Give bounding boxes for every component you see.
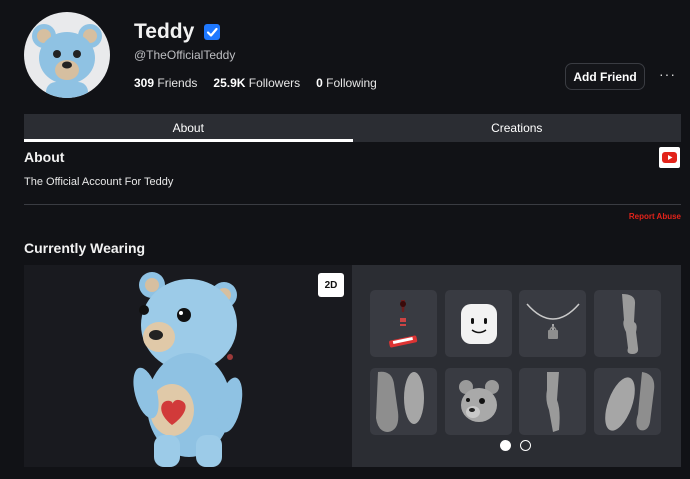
- smile-face-icon: [460, 303, 497, 344]
- left-arm-icon: [604, 371, 654, 431]
- tab-creations[interactable]: Creations: [353, 114, 682, 142]
- page-dot-2[interactable]: [520, 440, 531, 451]
- item-tile-necklace[interactable]: [519, 290, 586, 357]
- item-tile-arm[interactable]: [370, 368, 437, 435]
- friends-label: Friends: [157, 76, 198, 90]
- profile-stats: 309 Friends 25.9K Followers 0 Following: [134, 76, 377, 90]
- item-tile-head[interactable]: [445, 368, 512, 435]
- view-2d-toggle-button[interactable]: 2D: [318, 273, 344, 297]
- avatar-3d-viewer[interactable]: [24, 265, 352, 467]
- followers-label: Followers: [248, 76, 301, 90]
- friends-count: 309: [134, 76, 155, 90]
- following-label: Following: [326, 76, 377, 90]
- followers-stat[interactable]: 25.9K Followers: [213, 76, 300, 90]
- about-heading: About: [24, 149, 65, 165]
- item-tile-torso[interactable]: [519, 368, 586, 435]
- profile-tabs: About Creations: [24, 114, 681, 142]
- left-leg-icon: [621, 293, 638, 354]
- torso-icon: [545, 371, 560, 432]
- teddy-bear-3d-figure: [133, 272, 243, 467]
- divider: [24, 204, 681, 205]
- right-arm-icon: [375, 371, 424, 432]
- profile-avatar[interactable]: [24, 12, 110, 98]
- necklace-icon: [525, 303, 580, 339]
- item-tile-left-arm[interactable]: [594, 368, 661, 435]
- bear-head-icon: [458, 379, 499, 422]
- currently-wearing-heading: Currently Wearing: [24, 240, 146, 256]
- tab-about[interactable]: About: [24, 114, 353, 142]
- report-abuse-link[interactable]: Report Abuse: [629, 212, 681, 221]
- followers-count: 25.9K: [213, 76, 246, 90]
- youtube-icon[interactable]: [659, 147, 680, 168]
- username: @TheOfficialTeddy: [134, 48, 236, 62]
- item-tile-accessory[interactable]: [370, 290, 437, 357]
- verified-badge-icon: [202, 22, 222, 42]
- add-friend-button[interactable]: Add Friend: [565, 63, 645, 90]
- bio-text: The Official Account For Teddy: [24, 176, 174, 188]
- item-tile-leg[interactable]: [594, 290, 661, 357]
- following-count: 0: [316, 76, 323, 90]
- teddy-bear-avatar-icon: [32, 24, 102, 98]
- display-name-text: Teddy: [134, 20, 195, 43]
- friends-stat[interactable]: 309 Friends: [134, 76, 197, 90]
- page-dot-1[interactable]: [500, 440, 511, 451]
- following-stat[interactable]: 0 Following: [316, 76, 377, 90]
- display-name: Teddy: [134, 20, 222, 44]
- more-options-icon[interactable]: ···: [659, 66, 676, 82]
- accessory-icon: [388, 299, 417, 347]
- item-tile-face[interactable]: [445, 290, 512, 357]
